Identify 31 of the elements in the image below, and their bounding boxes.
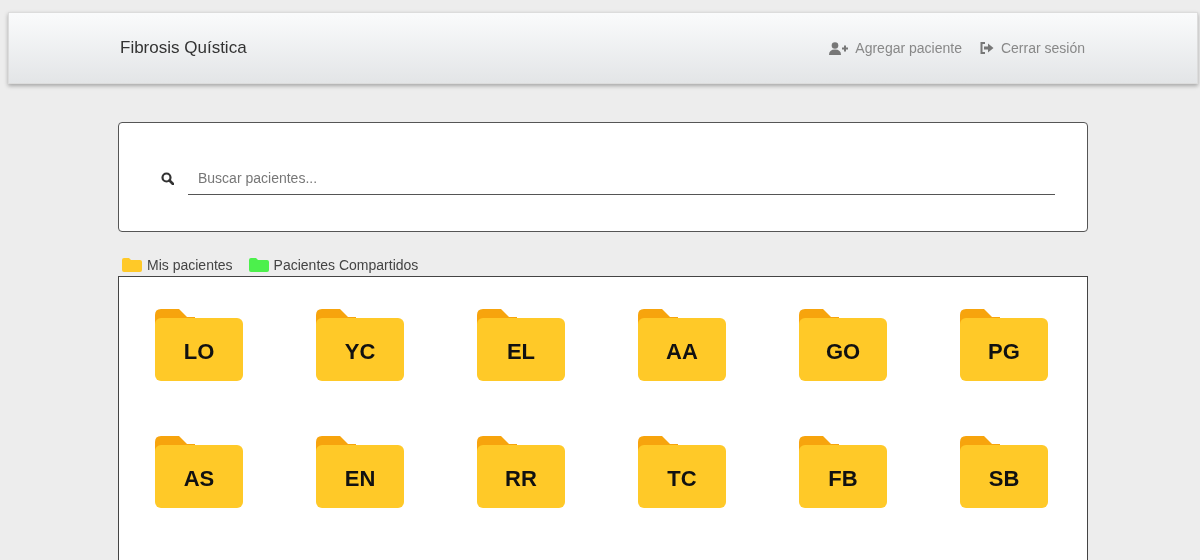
legend-label: Mis pacientes bbox=[147, 257, 233, 273]
app-title: Fibrosis Quística bbox=[120, 38, 247, 58]
folder-icon bbox=[638, 436, 726, 508]
sign-out-icon bbox=[979, 42, 994, 54]
folder-icon bbox=[638, 309, 726, 381]
folder-icon bbox=[960, 309, 1048, 381]
patient-folder[interactable]: PG bbox=[960, 309, 1048, 381]
folder-icon bbox=[155, 309, 243, 381]
patient-folder[interactable]: YC bbox=[316, 309, 404, 381]
search-icon bbox=[161, 172, 174, 185]
patient-folder[interactable]: EL bbox=[477, 309, 565, 381]
patient-folder[interactable]: AS bbox=[155, 436, 243, 508]
patient-folder[interactable]: AA bbox=[638, 309, 726, 381]
folder-icon bbox=[316, 436, 404, 508]
patient-folder[interactable]: RR bbox=[477, 436, 565, 508]
user-plus-icon bbox=[829, 41, 849, 55]
legend-label: Pacientes Compartidos bbox=[273, 257, 419, 273]
folder-icon bbox=[799, 309, 887, 381]
folder-icon bbox=[316, 309, 404, 381]
patient-folder[interactable]: FB bbox=[799, 436, 887, 508]
patient-folder[interactable]: TC bbox=[638, 436, 726, 508]
folder-icon bbox=[960, 436, 1048, 508]
folder-icon bbox=[155, 436, 243, 508]
patient-folder[interactable]: SB bbox=[960, 436, 1048, 508]
patient-folder[interactable]: EN bbox=[316, 436, 404, 508]
patient-folder[interactable]: LO bbox=[155, 309, 243, 381]
folder-icon bbox=[477, 309, 565, 381]
folder-icon bbox=[477, 436, 565, 508]
patient-folder[interactable]: GO bbox=[799, 309, 887, 381]
folder-icon bbox=[799, 436, 887, 508]
search-field[interactable]: Buscar pacientes... bbox=[188, 166, 1055, 195]
